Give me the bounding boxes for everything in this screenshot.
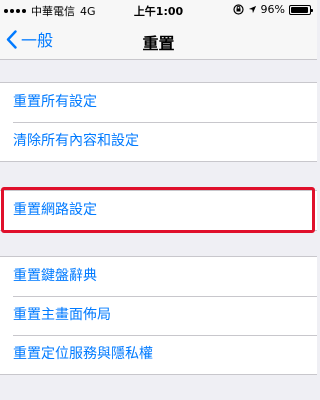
reset-home-screen-layout-item[interactable]: 重置主畫面佈局 [0,296,317,335]
reset-group-3: 重置鍵盤辭典 重置主畫面佈局 重置定位服務與隱私權 [0,256,317,375]
battery-icon [289,4,313,15]
navigation-bar: 一般 重置 [0,20,317,60]
erase-all-content-item[interactable]: 清除所有內容和設定 [0,122,317,161]
reset-group-2: 重置網路設定 [0,190,317,231]
reset-group-1: 重置所有設定 清除所有內容和設定 [0,82,317,162]
battery-fill [291,6,309,13]
orientation-lock-icon [232,4,244,15]
location-arrow-icon [248,5,256,14]
reset-network-settings-item[interactable]: 重置網路設定 [0,191,317,230]
page-title: 重置 [142,34,175,53]
reset-all-settings-item[interactable]: 重置所有設定 [0,83,317,122]
status-right: 96% [232,3,313,16]
status-bar: 中華電信 4G 上午1:00 96% [0,0,317,20]
battery-percent: 96% [260,3,285,16]
reset-location-privacy-item[interactable]: 重置定位服務與隱私權 [0,335,317,374]
screen: 中華電信 4G 上午1:00 96% 一般 重置 重置所有設定 清除所有內容和設… [0,0,317,400]
reset-keyboard-dictionary-item[interactable]: 重置鍵盤辭典 [0,257,317,296]
